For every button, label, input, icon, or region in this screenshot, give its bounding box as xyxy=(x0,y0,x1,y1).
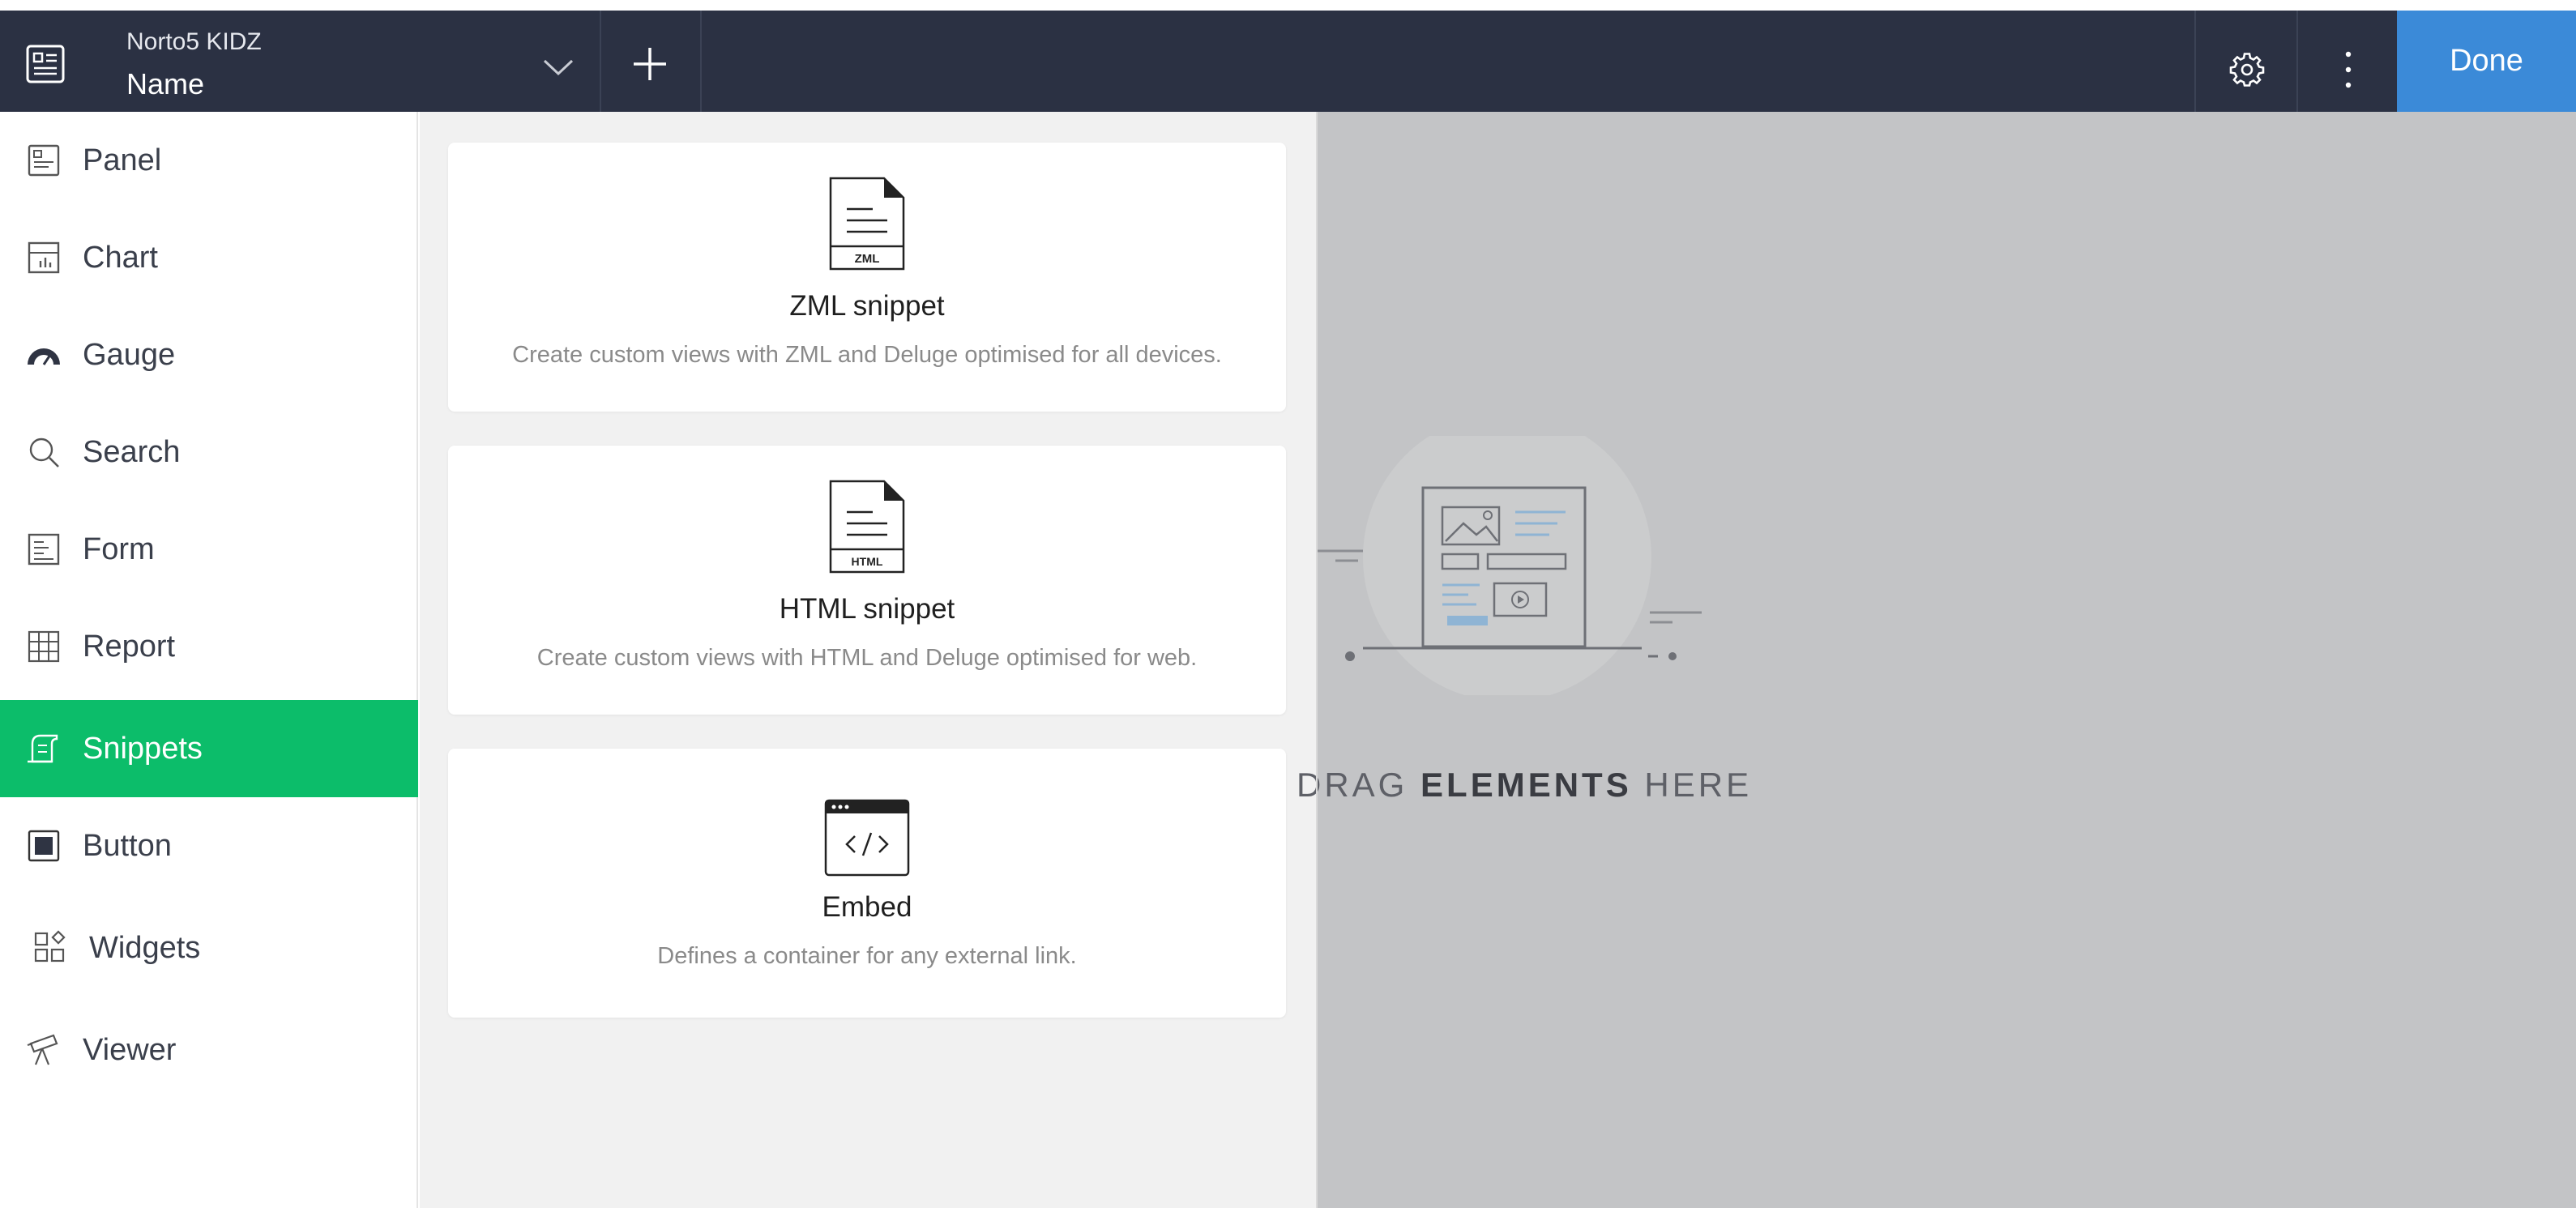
panel-icon xyxy=(28,144,60,177)
drag-prefix: DRAG xyxy=(1297,766,1408,804)
sidebar-item-panel[interactable]: Panel xyxy=(0,112,418,209)
html-file-icon: HTML xyxy=(829,480,905,574)
snippets-panel: ZML ZML snippet Create custom views with… xyxy=(420,112,1318,1208)
embed-code-icon xyxy=(824,799,910,877)
search-icon xyxy=(29,438,59,467)
header-divider xyxy=(700,11,702,112)
sidebar-item-label: Panel xyxy=(83,143,162,177)
app-header: Norto5 KIDZ Name Done xyxy=(0,11,2576,112)
sidebar-item-label: Report xyxy=(83,629,176,664)
add-icon[interactable] xyxy=(626,40,674,88)
zml-file-icon: ZML xyxy=(829,177,905,271)
html-snippet-card[interactable]: HTML HTML snippet Create custom views wi… xyxy=(448,446,1286,715)
sidebar-item-label: Chart xyxy=(83,240,158,275)
panel-divider xyxy=(1316,112,1318,1208)
gauge-icon xyxy=(28,348,60,365)
sidebar-item-label: Search xyxy=(83,434,181,469)
sidebar-item-label: Snippets xyxy=(83,731,203,766)
sidebar-item-label: Form xyxy=(83,531,155,566)
sidebar-item-gauge[interactable]: Gauge xyxy=(0,306,418,403)
card-description: Create custom views with HTML and Deluge… xyxy=(536,645,1198,671)
page-name[interactable]: Name xyxy=(126,67,204,101)
chevron-down-icon[interactable] xyxy=(538,46,579,87)
embed-card[interactable]: Embed Defines a container for any extern… xyxy=(448,749,1286,1018)
sidebar-item-snippets[interactable]: Snippets xyxy=(0,700,418,797)
drop-zone-illustration xyxy=(1318,436,1702,695)
sidebar-item-label: Gauge xyxy=(83,337,176,372)
button-icon xyxy=(28,830,60,862)
card-description: Defines a container for any external lin… xyxy=(657,943,1077,969)
sidebar-item-button[interactable]: Button xyxy=(0,797,418,894)
card-description: Create custom views with ZML and Deluge … xyxy=(512,342,1222,368)
drag-bold: ELEMENTS xyxy=(1420,766,1632,804)
gear-icon[interactable] xyxy=(2224,46,2271,93)
chart-icon xyxy=(28,241,60,274)
sidebar-item-report[interactable]: Report xyxy=(0,598,418,695)
sidebar-item-viewer[interactable]: Viewer xyxy=(0,1001,418,1099)
sidebar-item-widgets[interactable]: Widgets xyxy=(0,899,418,997)
sidebar-item-search[interactable]: Search xyxy=(0,403,418,501)
more-options-icon[interactable] xyxy=(2334,46,2363,93)
card-title: HTML snippet xyxy=(779,593,955,625)
card-title: ZML snippet xyxy=(789,290,945,322)
canvas-drop-zone[interactable]: DRAG ELEMENTS HERE xyxy=(1297,112,2576,1208)
page-icon[interactable] xyxy=(21,40,70,88)
header-divider xyxy=(2296,11,2298,112)
zml-icon-text: ZML xyxy=(855,252,880,266)
widgets-icon xyxy=(34,930,66,963)
top-strip xyxy=(0,0,2576,11)
header-divider xyxy=(2194,11,2196,112)
sidebar-item-label: Viewer xyxy=(83,1032,177,1067)
header-divider xyxy=(600,11,601,112)
sidebar-item-label: Widgets xyxy=(89,930,201,965)
form-icon xyxy=(28,533,60,566)
snippets-icon xyxy=(28,734,58,763)
drag-suffix: HERE xyxy=(1644,766,1753,804)
sidebar-item-chart[interactable]: Chart xyxy=(0,209,418,306)
zml-snippet-card[interactable]: ZML ZML snippet Create custom views with… xyxy=(448,143,1286,412)
elements-sidebar: Panel Chart Gauge Search Form Report Sni… xyxy=(0,112,418,1208)
card-title: Embed xyxy=(822,891,912,923)
drag-elements-hint: DRAG ELEMENTS HERE xyxy=(1297,766,2107,805)
app-name: Norto5 KIDZ xyxy=(126,28,262,55)
report-icon xyxy=(28,630,60,663)
sidebar-item-label: Button xyxy=(83,828,172,863)
html-icon-text: HTML xyxy=(852,555,883,568)
viewer-icon xyxy=(27,1034,58,1065)
sidebar-item-form[interactable]: Form xyxy=(0,501,418,598)
done-button[interactable]: Done xyxy=(2397,11,2576,112)
